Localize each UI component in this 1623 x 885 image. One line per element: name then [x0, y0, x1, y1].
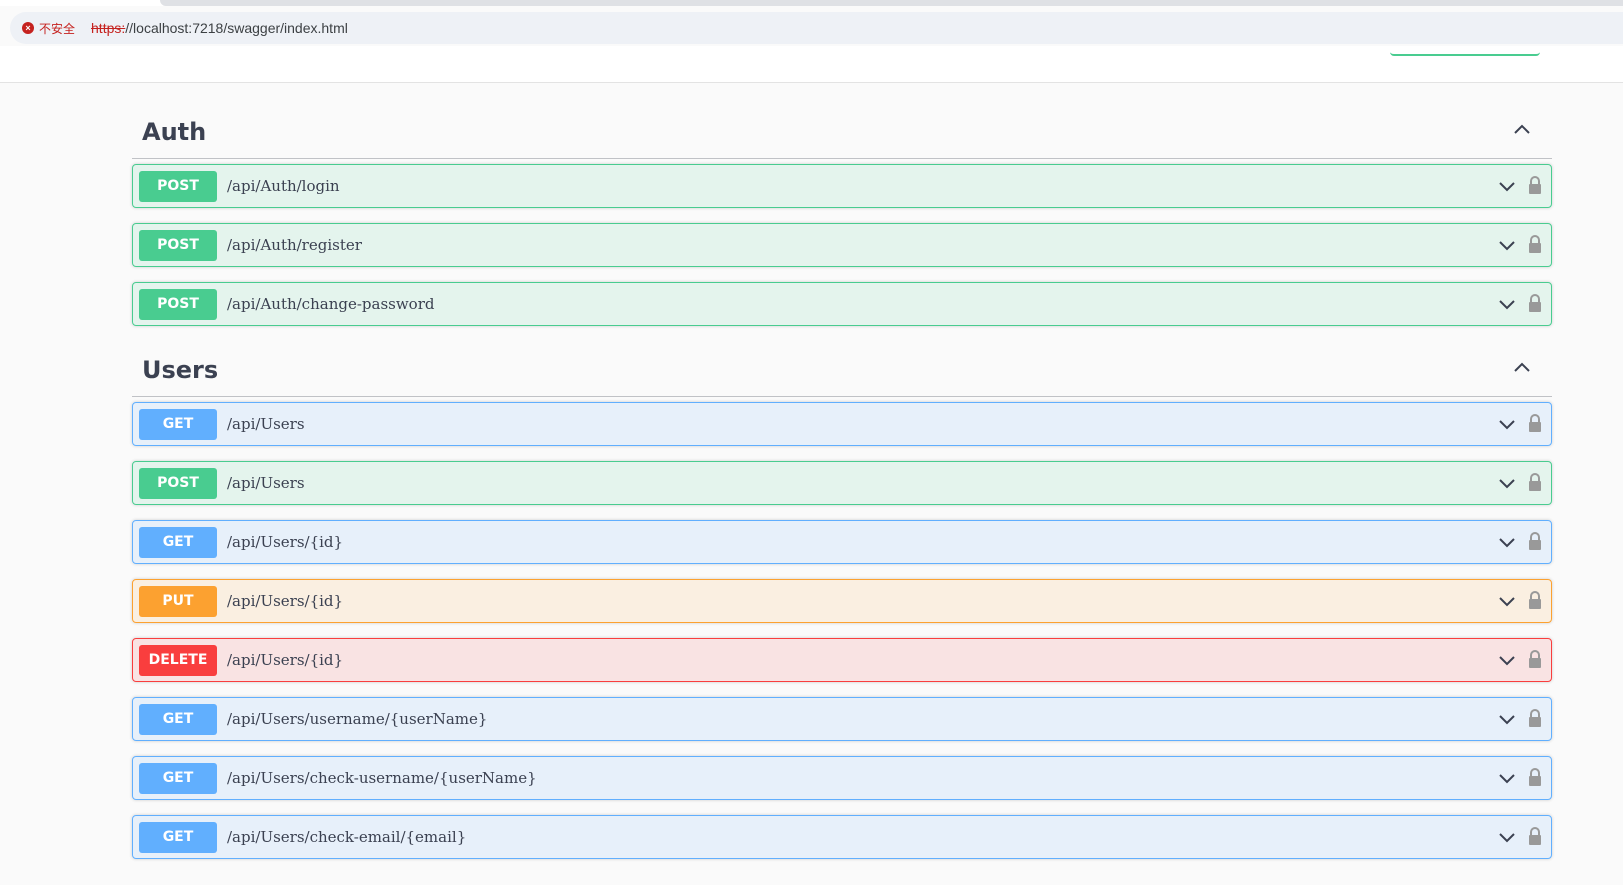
operation-path: /api/Auth/login [227, 177, 340, 195]
lock-icon[interactable] [1527, 649, 1543, 669]
lock-icon[interactable] [1527, 293, 1543, 313]
lock-icon[interactable] [1527, 708, 1543, 728]
lock-icon[interactable] [1527, 826, 1543, 846]
browser-tab-edge [160, 0, 1623, 6]
method-badge: PUT [139, 585, 217, 617]
lock-icon[interactable] [1527, 413, 1543, 433]
lock-icon[interactable] [1527, 175, 1543, 195]
chevron-down-icon[interactable] [1497, 650, 1517, 670]
method-badge: GET [139, 408, 217, 440]
section-title: Auth [142, 118, 207, 146]
operation-row[interactable]: GET /api/Users/check-email/{email} [132, 815, 1552, 859]
operation-path: /api/Users [227, 415, 305, 433]
method-badge: DELETE [139, 644, 217, 676]
operation-row[interactable]: DELETE /api/Users/{id} [132, 638, 1552, 682]
method-badge: GET [139, 703, 217, 735]
url-scheme: https: [91, 20, 126, 36]
chevron-down-icon[interactable] [1497, 414, 1517, 434]
operation-path: /api/Users/check-email/{email} [227, 828, 467, 846]
operation-path: /api/Users [227, 474, 305, 492]
operation-row[interactable]: PUT /api/Users/{id} [132, 579, 1552, 623]
operation-row[interactable]: GET /api/Users [132, 402, 1552, 446]
site-security-chip[interactable]: × 不安全 [22, 20, 75, 37]
url-rest: //localhost:7218/swagger/index.html [125, 20, 348, 36]
section-header[interactable]: Users [132, 340, 1552, 397]
operation-row[interactable]: POST /api/Auth/change-password [132, 282, 1552, 326]
operation-row[interactable]: POST /api/Auth/login [132, 164, 1552, 208]
method-badge: POST [139, 467, 217, 499]
operation-path: /api/Auth/change-password [227, 295, 435, 313]
not-secure-icon: × [22, 22, 34, 34]
swagger-topbar [0, 46, 1623, 83]
operation-path: /api/Users/check-username/{userName} [227, 769, 537, 787]
operation-path: /api/Users/{id} [227, 651, 344, 669]
section-users: Users GET /api/Users POST /api/Users GET… [132, 340, 1552, 859]
lock-icon[interactable] [1527, 590, 1543, 610]
chevron-down-icon[interactable] [1497, 473, 1517, 493]
lock-icon[interactable] [1527, 234, 1543, 254]
operation-row[interactable]: GET /api/Users/check-username/{userName} [132, 756, 1552, 800]
not-secure-label: 不安全 [39, 21, 76, 36]
method-badge: POST [139, 288, 217, 320]
section-auth: Auth POST /api/Auth/login POST /api/Auth… [132, 82, 1552, 326]
method-badge: POST [139, 229, 217, 261]
method-badge: GET [139, 526, 217, 558]
chevron-down-icon[interactable] [1497, 176, 1517, 196]
chevron-up-icon[interactable] [1510, 118, 1534, 142]
chevron-down-icon[interactable] [1497, 294, 1517, 314]
topbar-button-edge[interactable] [1390, 46, 1540, 56]
operation-row[interactable]: POST /api/Auth/register [132, 223, 1552, 267]
url-text[interactable]: https://localhost:7218/swagger/index.htm… [91, 20, 348, 36]
chevron-down-icon[interactable] [1497, 827, 1517, 847]
operation-path: /api/Users/{id} [227, 592, 344, 610]
lock-icon[interactable] [1527, 531, 1543, 551]
method-badge: GET [139, 762, 217, 794]
operation-path: /api/Auth/register [227, 236, 362, 254]
section-title: Users [142, 356, 219, 384]
method-badge: GET [139, 821, 217, 853]
operation-row[interactable]: GET /api/Users/username/{userName} [132, 697, 1552, 741]
operation-path: /api/Users/{id} [227, 533, 344, 551]
chevron-down-icon[interactable] [1497, 532, 1517, 552]
chevron-down-icon[interactable] [1497, 591, 1517, 611]
chevron-down-icon[interactable] [1497, 768, 1517, 788]
chevron-down-icon[interactable] [1497, 709, 1517, 729]
chevron-down-icon[interactable] [1497, 235, 1517, 255]
operation-row[interactable]: POST /api/Users [132, 461, 1552, 505]
lock-icon[interactable] [1527, 472, 1543, 492]
address-bar[interactable]: × 不安全 https://localhost:7218/swagger/ind… [10, 12, 1623, 44]
operation-path: /api/Users/username/{userName} [227, 710, 488, 728]
method-badge: POST [139, 170, 217, 202]
chevron-up-icon[interactable] [1510, 356, 1534, 380]
lock-icon[interactable] [1527, 767, 1543, 787]
section-header[interactable]: Auth [132, 82, 1552, 159]
operation-row[interactable]: GET /api/Users/{id} [132, 520, 1552, 564]
operations-container: Auth POST /api/Auth/login POST /api/Auth… [132, 82, 1552, 859]
